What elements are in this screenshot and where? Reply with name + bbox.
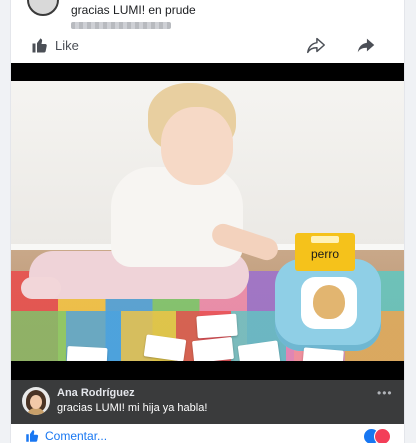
engagement-row: Comentar... [11, 426, 404, 443]
flashcard [143, 334, 187, 361]
flashcard [191, 336, 235, 361]
share-button[interactable] [355, 34, 377, 61]
share-outline-icon [307, 37, 325, 54]
flashcard [196, 313, 238, 339]
word-card-label: perro [310, 247, 339, 261]
share-filled-icon [357, 38, 375, 53]
child-shirt [111, 167, 243, 267]
comment-overlay: Ana Rodríguez gracias LUMI! mi hija ya h… [11, 380, 404, 424]
video-player[interactable]: perro [11, 63, 404, 380]
commenter-avatar[interactable] [22, 387, 50, 415]
love-reaction-icon [374, 428, 391, 443]
reaction-icons[interactable] [363, 428, 395, 443]
post-card: gracias LUMI! en prude Like perro Ana Ro… [10, 0, 405, 443]
like-label: Like [55, 37, 79, 53]
flashcard [66, 345, 108, 361]
poster-avatar[interactable] [27, 0, 59, 16]
thumbs-up-icon [26, 429, 39, 442]
comment-button[interactable]: Comentar... [25, 428, 107, 443]
video-frame: perro [11, 81, 404, 361]
action-bar: Like [11, 30, 404, 60]
more-options-icon[interactable]: ••• [377, 386, 393, 400]
like-button[interactable]: Like [31, 35, 79, 55]
blurred-metadata [71, 22, 171, 29]
share-outline-button[interactable] [305, 34, 327, 61]
word-card: perro [295, 233, 355, 271]
flashcard [302, 347, 344, 361]
child-face [161, 107, 233, 185]
thumbs-up-icon [32, 38, 47, 53]
dog-illustration [313, 285, 345, 319]
post-caption: gracias LUMI! en prude [71, 3, 196, 17]
commenter-name[interactable]: Ana Rodríguez [57, 387, 135, 399]
comment-text: gracias LUMI! mi hija ya habla! [57, 402, 208, 414]
comment-link-label: Comentar... [45, 428, 108, 443]
